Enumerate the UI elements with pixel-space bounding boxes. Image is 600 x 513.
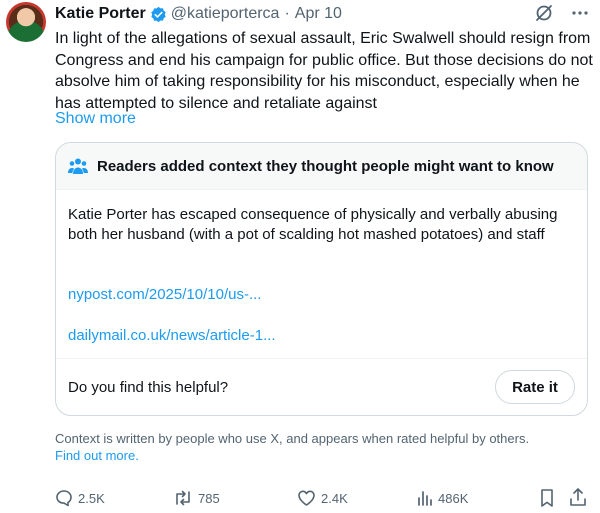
note-body: Katie Porter has escaped consequence of … <box>68 206 558 243</box>
verified-badge-icon <box>151 6 166 22</box>
find-out-more-link[interactable]: Find out more. <box>55 448 139 463</box>
more-icon[interactable] <box>570 3 590 23</box>
helpful-question: Do you find this helpful? <box>68 379 229 396</box>
reply-button[interactable]: 2.5K <box>55 487 105 509</box>
reply-count: 2.5K <box>78 490 105 506</box>
share-icon[interactable] <box>569 487 587 507</box>
reply-icon <box>56 490 72 507</box>
tweet-text: In light of the allegations of sexual as… <box>55 30 593 112</box>
repost-icon <box>176 490 190 506</box>
tweet-actions: 2.5K 785 2.4K 486K <box>55 487 590 509</box>
tweet-date[interactable]: Apr 10 <box>295 5 342 23</box>
views-count: 486K <box>438 490 469 506</box>
grok-icon[interactable] <box>534 3 554 23</box>
rate-it-button[interactable]: Rate it <box>495 370 575 404</box>
tweet-header: Katie Porter @katieporterca · Apr 10 <box>55 3 342 25</box>
tweet-header-actions <box>534 3 590 23</box>
show-more-link[interactable]: Show more <box>55 110 136 128</box>
note-header: Readers added context they thought peopl… <box>56 143 587 190</box>
author-name[interactable]: Katie Porter <box>55 5 146 23</box>
author-handle[interactable]: @katieporterca <box>171 5 280 23</box>
note-divider <box>56 358 587 359</box>
views-icon <box>418 491 432 506</box>
like-button[interactable]: 2.4K <box>297 487 348 509</box>
bookmark-icon[interactable] <box>539 488 555 508</box>
separator-dot: · <box>284 5 290 22</box>
note-source-link[interactable]: nypost.com/2025/10/10/us-... <box>68 286 261 303</box>
footnote-text: Context is written by people who use X, … <box>55 431 530 446</box>
note-source-link[interactable]: dailymail.co.uk/news/article-1... <box>68 327 276 344</box>
people-icon <box>68 158 88 174</box>
views-button[interactable]: 486K <box>417 487 468 509</box>
like-count: 2.4K <box>321 490 348 506</box>
community-note: Readers added context they thought peopl… <box>55 142 588 416</box>
author-avatar[interactable] <box>6 2 46 42</box>
note-heading: Readers added context they thought peopl… <box>97 157 554 175</box>
note-footnote: Context is written by people who use X, … <box>55 430 595 464</box>
repost-count: 785 <box>198 490 220 506</box>
like-icon <box>298 490 315 506</box>
repost-button[interactable]: 785 <box>173 487 220 509</box>
